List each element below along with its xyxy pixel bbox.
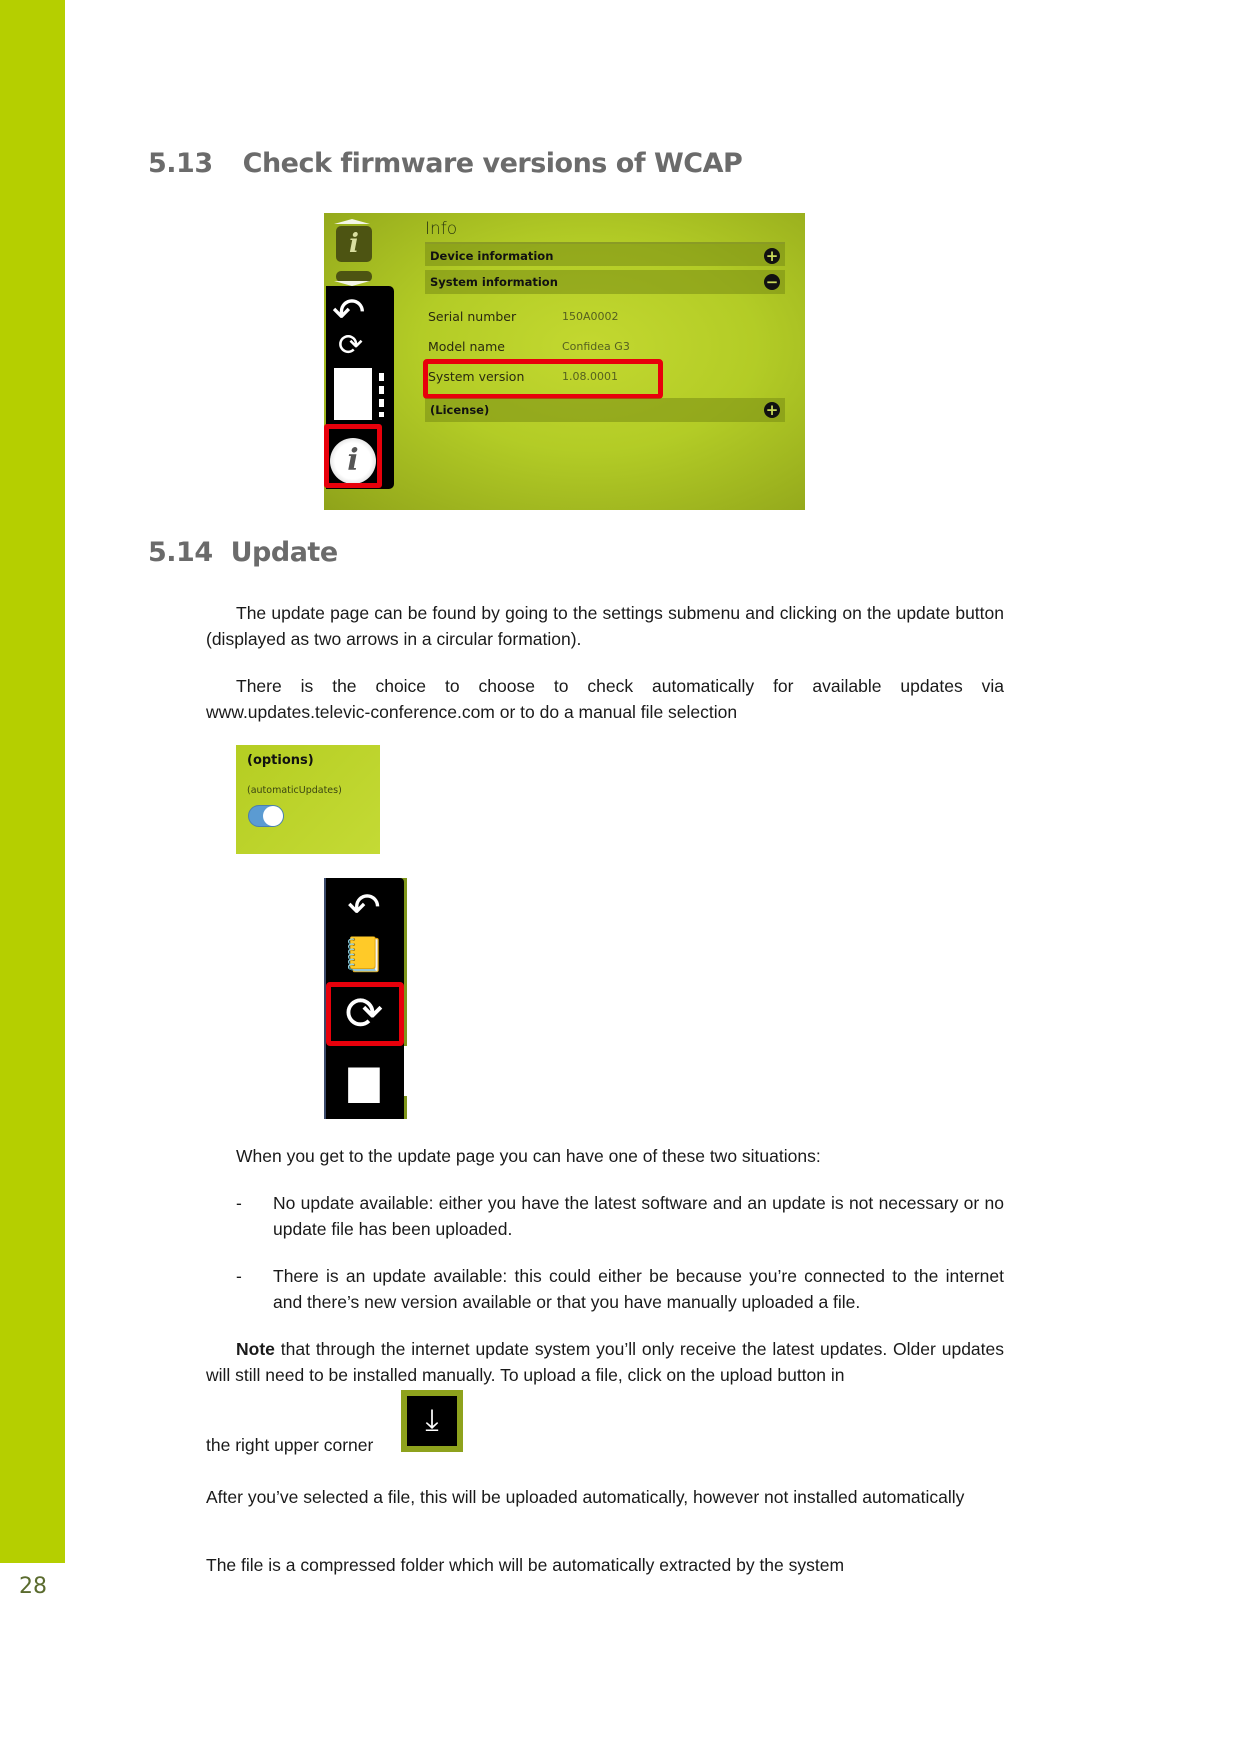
minus-icon[interactable]: − (764, 274, 780, 290)
list-bullet: - (236, 1193, 242, 1213)
chevron-up-icon (334, 219, 370, 224)
page-accent-bar (0, 0, 65, 1563)
section-heading-5-13: 5.13 Check firmware versions of WCAP (148, 148, 743, 179)
paragraph-text: There is the choice to choose to check a… (206, 676, 1004, 722)
paragraph-update-location: The update page can be found by going to… (206, 600, 1004, 652)
plus-icon[interactable]: + (764, 248, 780, 264)
paragraph-note: Note that through the internet update sy… (206, 1336, 1004, 1388)
paragraph-update-choice: There is the choice to choose to check a… (206, 673, 1004, 725)
notebook-lock-icon[interactable]: 📒 (332, 938, 396, 972)
field-label: Serial number (428, 309, 517, 324)
field-value: Confidea G3 (562, 340, 630, 353)
list-bullet: - (236, 1266, 242, 1286)
section-number: 5.13 (148, 148, 213, 179)
paragraph-compressed-folder: The file is a compressed folder which wi… (206, 1555, 845, 1575)
section-label: Device information (430, 249, 554, 263)
panel-nav-selector[interactable]: i (330, 219, 374, 286)
field-serial-number: Serial number 150A0002 (428, 309, 619, 324)
paragraph-text: that through the internet update system … (206, 1339, 1004, 1385)
field-label: Model name (428, 339, 505, 354)
section-device-information[interactable]: Device information + (425, 242, 785, 266)
section-title: Update (230, 537, 339, 568)
highlight-box-update (326, 982, 404, 1046)
field-model-name: Model name Confidea G3 (428, 339, 630, 354)
list-item-text: There is an update available: this could… (273, 1266, 1004, 1312)
paragraph-after-selection: After you’ve selected a file, this will … (206, 1487, 965, 1507)
paragraph-note-tail: the right upper corner (206, 1435, 374, 1455)
refresh-icon[interactable]: ⟳ (338, 331, 363, 361)
panel-title: Info (425, 219, 458, 239)
section-number: 5.14 (148, 537, 213, 568)
back-arrow-icon[interactable]: ↶ (332, 888, 396, 928)
automatic-updates-label: (automaticUpdates) (247, 785, 342, 796)
automatic-updates-toggle[interactable] (248, 805, 284, 827)
highlight-box-system-version (423, 359, 663, 399)
options-screenshot: (options) (automaticUpdates) (236, 745, 380, 854)
scroll-strip (404, 1046, 407, 1096)
document-dots (379, 373, 384, 417)
document-icon[interactable] (334, 368, 372, 420)
upload-icon: ⤓ (407, 1396, 457, 1446)
settings-menu-screenshot: ↶ 📒 ⟳ ▆ (324, 878, 407, 1119)
list-item-text: No update available: either you have the… (273, 1193, 1004, 1239)
section-label: System information (430, 275, 558, 289)
upload-button-image: ⤓ (401, 1390, 463, 1452)
paragraph-situations-intro: When you get to the update page you can … (236, 1146, 821, 1166)
info-icon: i (336, 226, 372, 262)
section-system-information[interactable]: System information − (425, 270, 785, 294)
section-title: Check firmware versions of WCAP (242, 148, 743, 179)
back-arrow-icon[interactable]: ↶ (332, 293, 366, 333)
note-label: Note (236, 1339, 275, 1359)
highlight-box-info (324, 424, 382, 488)
section-label: (License) (430, 403, 490, 417)
devices-icon[interactable]: ▆ (332, 1060, 396, 1100)
section-heading-5-14: 5.14 Update (148, 537, 338, 568)
plus-icon[interactable]: + (764, 402, 780, 418)
field-value: 150A0002 (562, 310, 619, 323)
paragraph-text: The update page can be found by going to… (206, 603, 1004, 649)
options-title: (options) (247, 753, 314, 768)
info-panel-screenshot: i ↶ ⟳ i Info Device information + System… (324, 213, 805, 510)
page-number: 28 (19, 1574, 47, 1599)
section-license[interactable]: (License) + (425, 398, 785, 422)
toggle-knob (263, 806, 283, 826)
